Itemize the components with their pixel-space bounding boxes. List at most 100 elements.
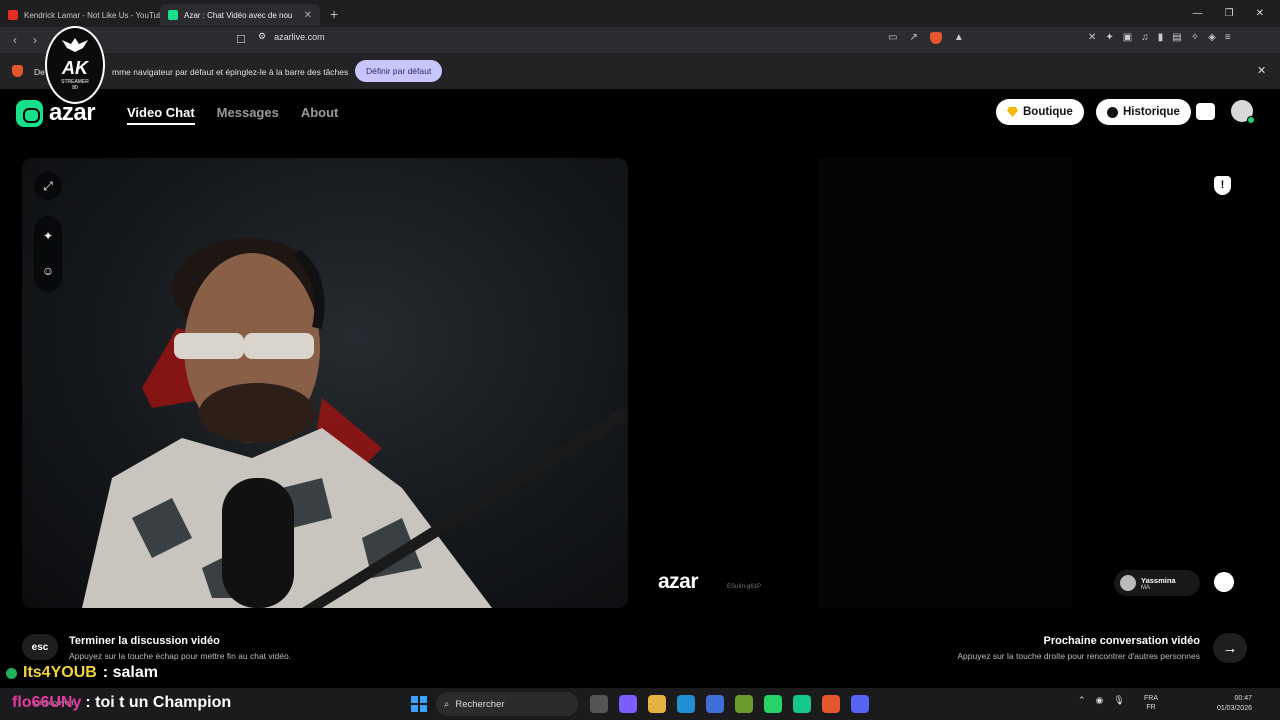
boutique-button[interactable]: Boutique <box>996 99 1084 125</box>
extension-icon[interactable]: ✕ <box>1088 32 1096 43</box>
tab-youtube[interactable]: Kendrick Lamar - Not Like Us - YouTube <box>0 4 160 26</box>
url-field[interactable]: ⚙ azarlive.com <box>258 31 325 42</box>
historique-button[interactable]: Historique <box>1096 99 1191 125</box>
search-label: Rechercher <box>455 698 505 710</box>
stream-chat-message: flo66UNy : toi t un Champion <box>12 694 231 712</box>
historique-label: Historique <box>1123 106 1180 118</box>
search-icon: ⌕ <box>444 698 450 710</box>
next-chat-title: Prochaine conversation vidéo <box>1043 635 1201 647</box>
azar-watermark: azar <box>658 570 699 593</box>
inbox-icon[interactable] <box>1196 103 1215 120</box>
language-bottom: FR <box>1146 704 1156 711</box>
infobar-text-right: mme navigateur par défaut et épinglez-le… <box>112 67 349 77</box>
file-explorer-icon[interactable] <box>648 695 666 713</box>
system-clock[interactable]: 00:47 01/03/2026 <box>1208 694 1252 714</box>
brave-shield-icon[interactable] <box>929 32 942 44</box>
address-bar: ‹ › ☐ ⚙ azarlive.com ▭ ↗ ▲ ✕ ✦ ▣ ♫ ▮ ▤ ✧… <box>0 27 1280 53</box>
diamond-icon <box>1007 107 1018 117</box>
language-indicator[interactable]: FRA FR <box>1144 694 1158 712</box>
azar-logo-icon <box>16 99 43 127</box>
close-infobar-icon[interactable]: ✕ <box>1257 64 1266 77</box>
magic-wand-icon[interactable]: ✦ <box>41 229 55 243</box>
boutique-label: Boutique <box>1023 106 1073 118</box>
leo-icon[interactable]: ✧ <box>1191 32 1199 43</box>
nav-about[interactable]: About <box>301 105 339 125</box>
esc-button[interactable]: esc <box>22 634 58 660</box>
next-button[interactable]: → <box>1213 633 1247 663</box>
watermark-id: ESuIIn-g61P <box>727 584 762 590</box>
expand-icon[interactable]: ⤢ <box>34 172 62 200</box>
app-icon[interactable] <box>735 695 753 713</box>
avatar[interactable] <box>1231 100 1255 124</box>
partner-info[interactable]: Yassmina MA <box>1114 570 1200 596</box>
logo-title: AK <box>62 57 88 78</box>
bookmark-icon[interactable]: ☐ <box>236 33 246 46</box>
forward-icon[interactable]: › <box>25 33 45 47</box>
back-icon[interactable]: ‹ <box>5 33 25 47</box>
sidebar-icon[interactable]: ▣ <box>1123 32 1132 43</box>
nav-video-chat[interactable]: Video Chat <box>127 105 195 125</box>
close-tab-icon[interactable]: ✕ <box>304 10 312 21</box>
azar-app-icon[interactable] <box>793 695 811 713</box>
copilot-icon[interactable] <box>619 695 637 713</box>
chat-message: : salam <box>102 664 158 681</box>
task-view-icon[interactable] <box>590 695 608 713</box>
tab-azar[interactable]: Azar : Chat Vidéo avec de nou ✕ <box>160 4 320 26</box>
pinned-apps <box>590 695 869 713</box>
rewards-icon[interactable]: ▲ <box>954 32 964 44</box>
set-default-button[interactable]: Définir par défaut <box>355 60 443 82</box>
system-tray: ⌃ ◉ 🎙 <box>1078 695 1125 706</box>
wallet-icon[interactable]: ▤ <box>1172 32 1181 43</box>
report-shield-icon[interactable]: ! <box>1214 176 1231 195</box>
next-chat-hint: Appuyez sur la touche droite pour rencon… <box>957 651 1200 661</box>
stream-chat-message: Its4YOUB : salam <box>6 664 158 682</box>
nav-messages[interactable]: Messages <box>217 105 279 125</box>
site-info-icon[interactable]: ⚙ <box>258 31 266 42</box>
close-window-button[interactable]: ✕ <box>1256 8 1264 19</box>
new-tab-button[interactable]: + <box>320 6 348 22</box>
verified-icon <box>6 667 17 679</box>
partner-country: MA <box>1141 584 1150 591</box>
chat-bubble-icon[interactable] <box>1214 572 1234 592</box>
whatsapp-icon[interactable] <box>764 695 782 713</box>
remote-camera-feed <box>819 158 1072 608</box>
main-nav: Video Chat Messages About <box>127 105 338 125</box>
maximize-button[interactable]: ❐ <box>1225 8 1234 19</box>
taskbar-search[interactable]: ⌕ Rechercher <box>436 692 578 716</box>
edge-icon[interactable] <box>677 695 695 713</box>
network-alert-icon[interactable]: ◉ <box>1096 695 1104 706</box>
menu-icon[interactable]: ≡ <box>1225 32 1231 43</box>
default-browser-infobar: De mme navigateur par défaut et épinglez… <box>0 53 1280 89</box>
microphone-icon[interactable]: 🎙 <box>1113 695 1124 706</box>
end-chat-title: Terminer la discussion vidéo <box>69 635 220 647</box>
chat-username: flo66UNy <box>12 694 82 711</box>
minimize-button[interactable]: — <box>1193 8 1203 19</box>
clock-date: 01/03/2026 <box>1216 705 1252 712</box>
discord-icon[interactable] <box>851 695 869 713</box>
phoenix-icon <box>62 38 88 52</box>
partner-name: Yassmina <box>1141 575 1176 585</box>
panel-icon[interactable]: ▮ <box>1158 32 1164 43</box>
media-icon[interactable]: ♫ <box>1141 32 1149 43</box>
share-icon[interactable]: ↗ <box>909 32 917 44</box>
brave-taskbar-icon[interactable] <box>822 695 840 713</box>
shortcut-bar: esc Terminer la discussion vidéo Appuyez… <box>0 625 1270 675</box>
tab-title: Azar : Chat Vidéo avec de nou <box>184 10 293 20</box>
chat-message: : toi t un Champion <box>85 694 232 711</box>
azar-logo[interactable]: azar <box>16 99 96 127</box>
window-controls: — ❐ ✕ <box>1193 8 1280 19</box>
url-text: azarlive.com <box>274 31 325 42</box>
infobar-text-left: De <box>34 67 45 77</box>
face-filter-icon[interactable]: ☺ <box>41 264 55 278</box>
cast-icon[interactable]: ▭ <box>888 32 897 44</box>
local-video-panel: ⤢ ✦ ☺ <box>22 158 628 608</box>
partner-avatar <box>1120 575 1136 591</box>
brave-icon <box>12 65 23 77</box>
azar-favicon-icon <box>168 10 178 20</box>
store-icon[interactable] <box>706 695 724 713</box>
chevron-up-icon[interactable]: ⌃ <box>1078 695 1086 706</box>
extensions-icon[interactable]: ✦ <box>1105 32 1113 43</box>
windows-start-icon[interactable] <box>411 696 427 712</box>
end-chat-hint: Appuyez sur la touche échap pour mettre … <box>69 651 292 661</box>
vpn-icon[interactable]: ◈ <box>1208 32 1216 43</box>
